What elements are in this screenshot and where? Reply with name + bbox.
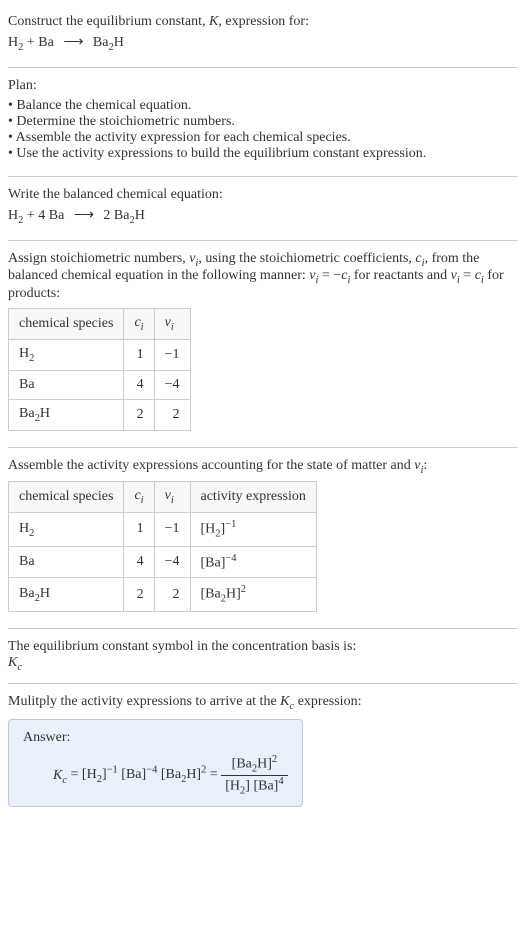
- cell-species: Ba2H: [9, 578, 124, 611]
- cell-species: Ba: [9, 370, 124, 399]
- balanced-section: Write the balanced chemical equation: H2…: [8, 181, 517, 236]
- divider: [8, 628, 517, 629]
- cell-ci: 1: [124, 513, 154, 546]
- cell-nui: −4: [154, 370, 190, 399]
- cell-ci: 4: [124, 546, 154, 578]
- multiply-text: Mulitply the activity expressions to arr…: [8, 694, 517, 712]
- assemble-section: Assemble the activity expressions accoun…: [8, 452, 517, 624]
- symbol-section: The equilibrium constant symbol in the c…: [8, 633, 517, 679]
- cell-species: H2: [9, 513, 124, 546]
- plan-list: Balance the chemical equation. Determine…: [8, 98, 517, 162]
- kc-expression: Kc = [H2]−1 [Ba]−4 [Ba2H]2 = [Ba2H]2 [H2…: [53, 754, 288, 796]
- stoich-table: chemical species ci νi H2 1 −1 Ba 4 −4 B…: [8, 308, 191, 430]
- multiply-section: Mulitply the activity expressions to arr…: [8, 688, 517, 822]
- balanced-label: Write the balanced chemical equation:: [8, 187, 517, 203]
- divider: [8, 447, 517, 448]
- assign-section: Assign stoichiometric numbers, νi, using…: [8, 245, 517, 443]
- cell-nui: −1: [154, 339, 190, 370]
- table-row: Ba 4 −4 [Ba]−4: [9, 546, 317, 578]
- table-row: H2 1 −1 [H2]−1: [9, 513, 317, 546]
- cell-ci: 4: [124, 370, 154, 399]
- cell-species: H2: [9, 339, 124, 370]
- plan-item: Assemble the activity expression for eac…: [8, 130, 517, 146]
- title-text: Construct the equilibrium constant, K, e…: [8, 14, 517, 30]
- title-section: Construct the equilibrium constant, K, e…: [8, 8, 517, 63]
- assemble-text: Assemble the activity expressions accoun…: [8, 458, 517, 476]
- divider: [8, 67, 517, 68]
- unbalanced-equation: H2 + Ba ⟶ Ba2H: [8, 34, 517, 53]
- cell-nui: 2: [154, 399, 190, 430]
- activity-table: chemical species ci νi activity expressi…: [8, 481, 317, 611]
- cell-nui: 2: [154, 578, 190, 611]
- table-row: H2 1 −1: [9, 339, 191, 370]
- cell-nui: −4: [154, 546, 190, 578]
- plan-label: Plan:: [8, 78, 517, 94]
- kc-symbol: Kc: [8, 655, 517, 673]
- answer-label: Answer:: [23, 730, 288, 746]
- col-nui: νi: [154, 309, 190, 340]
- col-species: chemical species: [9, 309, 124, 340]
- col-nui: νi: [154, 482, 190, 513]
- plan-section: Plan: Balance the chemical equation. Det…: [8, 72, 517, 172]
- divider: [8, 176, 517, 177]
- table-row: Ba2H 2 2 [Ba2H]2: [9, 578, 317, 611]
- cell-ci: 1: [124, 339, 154, 370]
- cell-nui: −1: [154, 513, 190, 546]
- plan-item: Balance the chemical equation.: [8, 98, 517, 114]
- cell-species: Ba2H: [9, 399, 124, 430]
- table-row: Ba 4 −4: [9, 370, 191, 399]
- col-activity: activity expression: [190, 482, 316, 513]
- cell-activity: [Ba2H]2: [190, 578, 316, 611]
- answer-box: Answer: Kc = [H2]−1 [Ba]−4 [Ba2H]2 = [Ba…: [8, 719, 303, 807]
- cell-ci: 2: [124, 578, 154, 611]
- balanced-equation: H2 + 4 Ba ⟶ 2 Ba2H: [8, 207, 517, 226]
- table-row: Ba2H 2 2: [9, 399, 191, 430]
- plan-item: Determine the stoichiometric numbers.: [8, 114, 517, 130]
- col-species: chemical species: [9, 482, 124, 513]
- assign-text: Assign stoichiometric numbers, νi, using…: [8, 251, 517, 303]
- col-ci: ci: [124, 482, 154, 513]
- symbol-text: The equilibrium constant symbol in the c…: [8, 639, 517, 655]
- divider: [8, 683, 517, 684]
- divider: [8, 240, 517, 241]
- plan-item: Use the activity expressions to build th…: [8, 146, 517, 162]
- cell-activity: [H2]−1: [190, 513, 316, 546]
- cell-ci: 2: [124, 399, 154, 430]
- cell-species: Ba: [9, 546, 124, 578]
- col-ci: ci: [124, 309, 154, 340]
- cell-activity: [Ba]−4: [190, 546, 316, 578]
